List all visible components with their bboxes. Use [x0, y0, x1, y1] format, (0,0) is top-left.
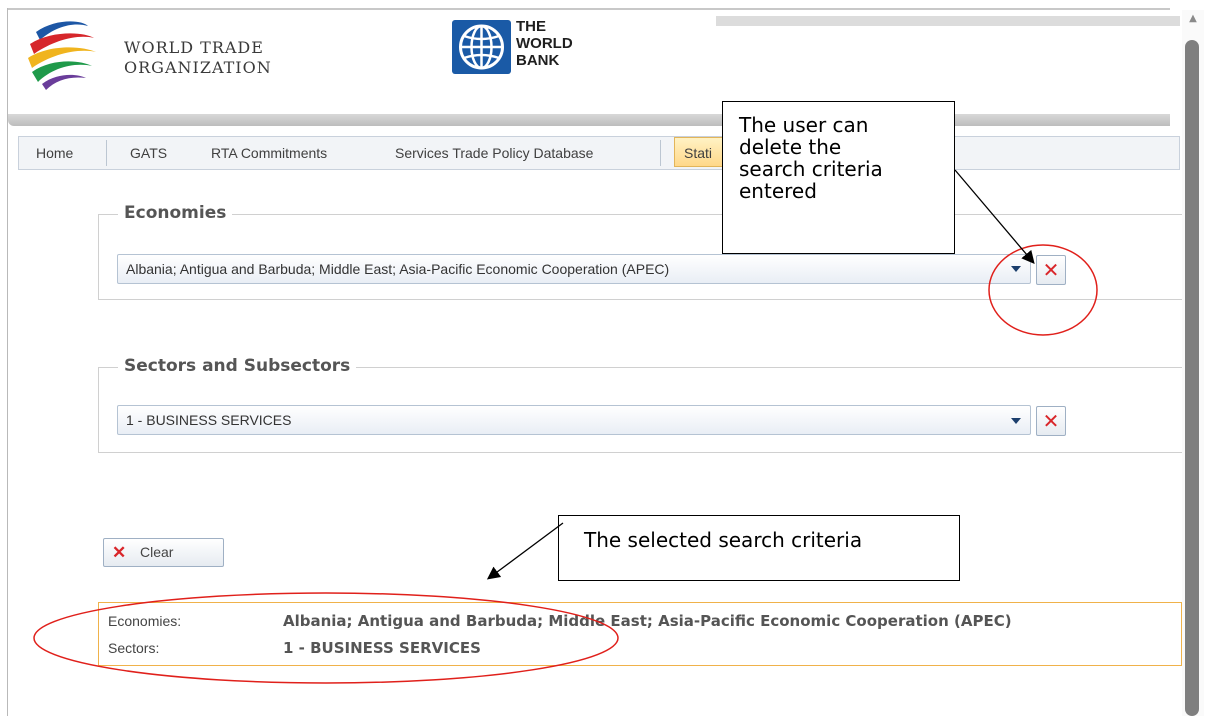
delete-criteria-callout: The user can delete the search criteria … [722, 101, 955, 254]
wto-name: WORLD TRADE ORGANIZATION [124, 38, 272, 78]
dropdown-arrow-icon[interactable] [1011, 418, 1021, 424]
nav-rta-commitments[interactable]: RTA Commitments [211, 136, 327, 170]
economies-select-value: Albania; Antigua and Barbuda; Middle Eas… [126, 261, 670, 277]
sectors-select[interactable]: 1 - BUSINESS SERVICES [117, 405, 1031, 435]
globe-icon [452, 20, 511, 74]
clear-button[interactable]: ✕ Clear [103, 538, 224, 567]
callout-text: The selected search criteria [584, 528, 863, 552]
fieldset-border-left [98, 367, 99, 453]
sectors-title: Sectors and Subsectors [118, 356, 357, 376]
summary-economies-value: Albania; Antigua and Barbuda; Middle Eas… [283, 612, 1012, 630]
fieldset-border-left [98, 214, 99, 300]
selected-callout-arrow [486, 522, 564, 580]
nav-home[interactable]: Home [36, 136, 73, 170]
delete-callout-arrow [954, 169, 1035, 264]
clear-button-label: Clear [140, 544, 174, 560]
wb-line3: BANK [516, 52, 560, 69]
wb-line2: WORLD [516, 35, 573, 52]
callout-line: entered [739, 179, 817, 203]
scrollbar-thumb[interactable] [1185, 40, 1199, 716]
delete-x-icon: ✕ [1042, 409, 1060, 433]
fieldset-border-bottom [98, 299, 1182, 300]
header-divider [8, 114, 1170, 126]
clear-x-icon: ✕ [112, 543, 127, 562]
callout-line: delete the [739, 135, 842, 159]
wb-line1: THE [516, 18, 546, 35]
delete-x-icon: ✕ [1042, 258, 1060, 282]
world-bank-name: THE WORLD BANK [516, 18, 573, 69]
scroll-up-icon[interactable]: ▲ [1188, 14, 1198, 24]
wto-logo-icon [28, 21, 96, 90]
nav-services-trade-policy-database[interactable]: Services Trade Policy Database [395, 136, 593, 170]
wto-name-line2: ORGANIZATION [124, 58, 272, 77]
wto-name-line1: WORLD TRADE [124, 38, 264, 57]
fieldset-border-top [98, 214, 1182, 215]
nav-statistics-label[interactable]: Stati [684, 136, 712, 170]
summary-economies-label: Economies: [108, 613, 182, 629]
main-nav [18, 136, 1180, 170]
economies-delete-button[interactable]: ✕ [1036, 255, 1066, 285]
selected-criteria-callout: The selected search criteria [558, 515, 960, 581]
economies-select[interactable]: Albania; Antigua and Barbuda; Middle Eas… [117, 254, 1031, 284]
fieldset-border-bottom [98, 452, 1182, 453]
window-top-border [8, 8, 1170, 10]
header-top-bar [716, 16, 1180, 26]
callout-line: The user can [739, 113, 869, 137]
callout-line: search criteria [739, 157, 883, 181]
sectors-select-value: 1 - BUSINESS SERVICES [126, 412, 292, 428]
sectors-delete-button[interactable]: ✕ [1036, 406, 1066, 436]
dropdown-arrow-icon[interactable] [1011, 266, 1021, 272]
summary-sectors-value: 1 - BUSINESS SERVICES [283, 639, 481, 657]
nav-gats[interactable]: GATS [130, 136, 167, 170]
summary-sectors-label: Sectors: [108, 640, 160, 656]
nav-separator [660, 140, 661, 166]
economies-title: Economies [118, 203, 233, 223]
nav-separator [106, 140, 107, 166]
